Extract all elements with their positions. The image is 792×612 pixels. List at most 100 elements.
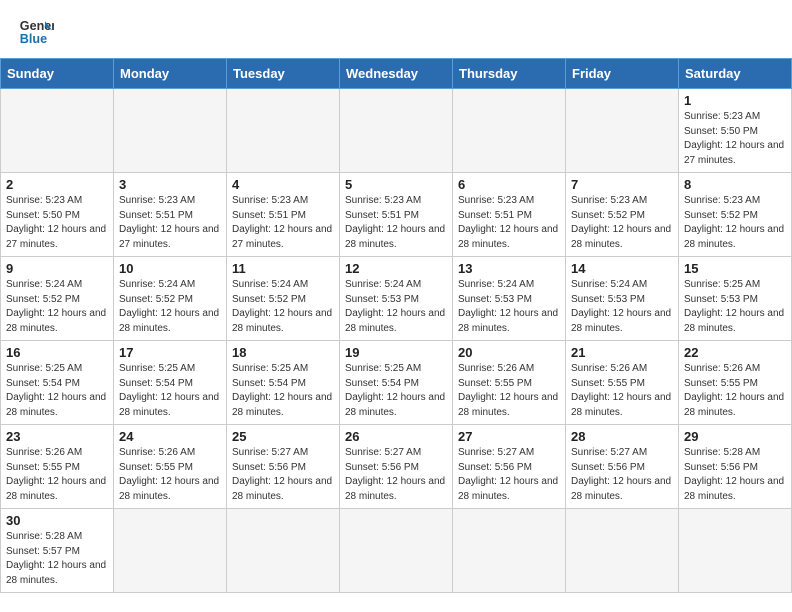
day-number: 30 bbox=[6, 513, 108, 528]
day-info: Sunrise: 5:27 AMSunset: 5:56 PMDaylight:… bbox=[232, 446, 334, 504]
calendar-week-row-1: 1 Sunrise: 5:23 AMSunset: 5:50 PMDaylight… bbox=[1, 89, 792, 173]
calendar-cell bbox=[679, 509, 792, 593]
day-number: 22 bbox=[684, 345, 786, 360]
calendar-cell bbox=[114, 89, 227, 173]
calendar-cell: 16Sunrise: 5:25 AMSunset: 5:54 PMDayligh… bbox=[1, 341, 114, 425]
calendar-cell: 14 Sunrise: 5:24 AMSunset: 5:53 PMDayligh… bbox=[566, 257, 679, 341]
calendar-cell bbox=[1, 89, 114, 173]
day-number: 5 bbox=[345, 177, 447, 192]
calendar-cell bbox=[114, 509, 227, 593]
day-info: Sunrise: 5:24 AMSunset: 5:52 PMDaylight:… bbox=[232, 278, 334, 336]
day-number: 20 bbox=[458, 345, 560, 360]
weekday-header-wednesday: Wednesday bbox=[340, 59, 453, 89]
calendar-cell: 12 Sunrise: 5:24 AMSunset: 5:53 PMDayligh… bbox=[340, 257, 453, 341]
day-info: Sunrise: 5:24 AMSunset: 5:53 PMDaylight:… bbox=[458, 278, 560, 336]
day-info: Sunrise: 5:23 AMSunset: 5:50 PMDaylight:… bbox=[6, 194, 108, 252]
day-number: 27 bbox=[458, 429, 560, 444]
day-info: Sunrise: 5:23 AMSunset: 5:50 PMDaylight:… bbox=[684, 110, 786, 168]
calendar-cell: 29Sunrise: 5:28 AMSunset: 5:56 PMDayligh… bbox=[679, 425, 792, 509]
day-info: Sunrise: 5:26 AMSunset: 5:55 PMDaylight:… bbox=[6, 446, 108, 504]
day-info: Sunrise: 5:23 AMSunset: 5:51 PMDaylight:… bbox=[232, 194, 334, 252]
calendar-week-row-3: 9 Sunrise: 5:24 AMSunset: 5:52 PMDaylight… bbox=[1, 257, 792, 341]
day-number: 28 bbox=[571, 429, 673, 444]
day-number: 10 bbox=[119, 261, 221, 276]
calendar-cell: 4 Sunrise: 5:23 AMSunset: 5:51 PMDaylight… bbox=[227, 173, 340, 257]
calendar-cell: 1 Sunrise: 5:23 AMSunset: 5:50 PMDaylight… bbox=[679, 89, 792, 173]
calendar-cell: 11 Sunrise: 5:24 AMSunset: 5:52 PMDayligh… bbox=[227, 257, 340, 341]
calendar-cell: 9 Sunrise: 5:24 AMSunset: 5:52 PMDaylight… bbox=[1, 257, 114, 341]
day-number: 6 bbox=[458, 177, 560, 192]
day-number: 16 bbox=[6, 345, 108, 360]
weekday-header-tuesday: Tuesday bbox=[227, 59, 340, 89]
calendar-cell: 19 Sunrise: 5:25 AMSunset: 5:54 PMDayligh… bbox=[340, 341, 453, 425]
calendar-cell bbox=[340, 89, 453, 173]
day-number: 7 bbox=[571, 177, 673, 192]
weekday-header-sunday: Sunday bbox=[1, 59, 114, 89]
day-info: Sunrise: 5:28 AMSunset: 5:56 PMDaylight:… bbox=[684, 446, 786, 504]
day-number: 21 bbox=[571, 345, 673, 360]
day-number: 9 bbox=[6, 261, 108, 276]
calendar-cell: 13Sunrise: 5:24 AMSunset: 5:53 PMDayligh… bbox=[453, 257, 566, 341]
day-info: Sunrise: 5:26 AMSunset: 5:55 PMDaylight:… bbox=[458, 362, 560, 420]
weekday-header-saturday: Saturday bbox=[679, 59, 792, 89]
calendar-cell: 26 Sunrise: 5:27 AMSunset: 5:56 PMDayligh… bbox=[340, 425, 453, 509]
calendar-header-row: SundayMondayTuesdayWednesdayThursdayFrid… bbox=[1, 59, 792, 89]
calendar-cell bbox=[340, 509, 453, 593]
page-header: General Blue bbox=[0, 0, 792, 58]
day-number: 26 bbox=[345, 429, 447, 444]
day-number: 14 bbox=[571, 261, 673, 276]
day-number: 2 bbox=[6, 177, 108, 192]
day-info: Sunrise: 5:23 AMSunset: 5:51 PMDaylight:… bbox=[345, 194, 447, 252]
day-info: Sunrise: 5:24 AMSunset: 5:52 PMDaylight:… bbox=[6, 278, 108, 336]
calendar-cell: 21 Sunrise: 5:26 AMSunset: 5:55 PMDayligh… bbox=[566, 341, 679, 425]
svg-text:Blue: Blue bbox=[20, 32, 47, 46]
calendar-cell: 5 Sunrise: 5:23 AMSunset: 5:51 PMDaylight… bbox=[340, 173, 453, 257]
day-info: Sunrise: 5:26 AMSunset: 5:55 PMDaylight:… bbox=[684, 362, 786, 420]
calendar-cell bbox=[453, 89, 566, 173]
day-info: Sunrise: 5:25 AMSunset: 5:54 PMDaylight:… bbox=[345, 362, 447, 420]
calendar-cell bbox=[453, 509, 566, 593]
calendar-cell: 24Sunrise: 5:26 AMSunset: 5:55 PMDayligh… bbox=[114, 425, 227, 509]
generalblue-logo-icon: General Blue bbox=[18, 14, 54, 50]
calendar-cell: 20 Sunrise: 5:26 AMSunset: 5:55 PMDayligh… bbox=[453, 341, 566, 425]
weekday-header-monday: Monday bbox=[114, 59, 227, 89]
day-info: Sunrise: 5:25 AMSunset: 5:54 PMDaylight:… bbox=[232, 362, 334, 420]
day-info: Sunrise: 5:25 AMSunset: 5:53 PMDaylight:… bbox=[684, 278, 786, 336]
day-number: 25 bbox=[232, 429, 334, 444]
day-number: 18 bbox=[232, 345, 334, 360]
calendar-week-row-5: 23Sunrise: 5:26 AMSunset: 5:55 PMDayligh… bbox=[1, 425, 792, 509]
day-number: 3 bbox=[119, 177, 221, 192]
day-number: 19 bbox=[345, 345, 447, 360]
day-number: 11 bbox=[232, 261, 334, 276]
calendar-cell bbox=[566, 89, 679, 173]
day-info: Sunrise: 5:27 AMSunset: 5:56 PMDaylight:… bbox=[571, 446, 673, 504]
day-info: Sunrise: 5:27 AMSunset: 5:56 PMDaylight:… bbox=[345, 446, 447, 504]
day-info: Sunrise: 5:23 AMSunset: 5:52 PMDaylight:… bbox=[571, 194, 673, 252]
calendar-cell: 23Sunrise: 5:26 AMSunset: 5:55 PMDayligh… bbox=[1, 425, 114, 509]
day-info: Sunrise: 5:26 AMSunset: 5:55 PMDaylight:… bbox=[571, 362, 673, 420]
day-number: 24 bbox=[119, 429, 221, 444]
day-number: 8 bbox=[684, 177, 786, 192]
calendar-cell: 7 Sunrise: 5:23 AMSunset: 5:52 PMDaylight… bbox=[566, 173, 679, 257]
calendar-cell: 17 Sunrise: 5:25 AMSunset: 5:54 PMDayligh… bbox=[114, 341, 227, 425]
calendar-cell bbox=[227, 509, 340, 593]
day-number: 1 bbox=[684, 93, 786, 108]
day-number: 12 bbox=[345, 261, 447, 276]
day-info: Sunrise: 5:25 AMSunset: 5:54 PMDaylight:… bbox=[119, 362, 221, 420]
day-info: Sunrise: 5:23 AMSunset: 5:52 PMDaylight:… bbox=[684, 194, 786, 252]
day-info: Sunrise: 5:24 AMSunset: 5:52 PMDaylight:… bbox=[119, 278, 221, 336]
calendar-cell: 6 Sunrise: 5:23 AMSunset: 5:51 PMDaylight… bbox=[453, 173, 566, 257]
day-number: 17 bbox=[119, 345, 221, 360]
calendar-week-row-2: 2 Sunrise: 5:23 AMSunset: 5:50 PMDaylight… bbox=[1, 173, 792, 257]
day-info: Sunrise: 5:23 AMSunset: 5:51 PMDaylight:… bbox=[458, 194, 560, 252]
logo: General Blue bbox=[18, 14, 64, 50]
calendar-cell: 22 Sunrise: 5:26 AMSunset: 5:55 PMDayligh… bbox=[679, 341, 792, 425]
calendar-cell bbox=[227, 89, 340, 173]
day-info: Sunrise: 5:24 AMSunset: 5:53 PMDaylight:… bbox=[345, 278, 447, 336]
calendar-cell: 3Sunrise: 5:23 AMSunset: 5:51 PMDaylight… bbox=[114, 173, 227, 257]
day-number: 4 bbox=[232, 177, 334, 192]
day-info: Sunrise: 5:24 AMSunset: 5:53 PMDaylight:… bbox=[571, 278, 673, 336]
day-info: Sunrise: 5:27 AMSunset: 5:56 PMDaylight:… bbox=[458, 446, 560, 504]
calendar-cell: 30Sunrise: 5:28 AMSunset: 5:57 PMDayligh… bbox=[1, 509, 114, 593]
calendar-cell: 10 Sunrise: 5:24 AMSunset: 5:52 PMDayligh… bbox=[114, 257, 227, 341]
